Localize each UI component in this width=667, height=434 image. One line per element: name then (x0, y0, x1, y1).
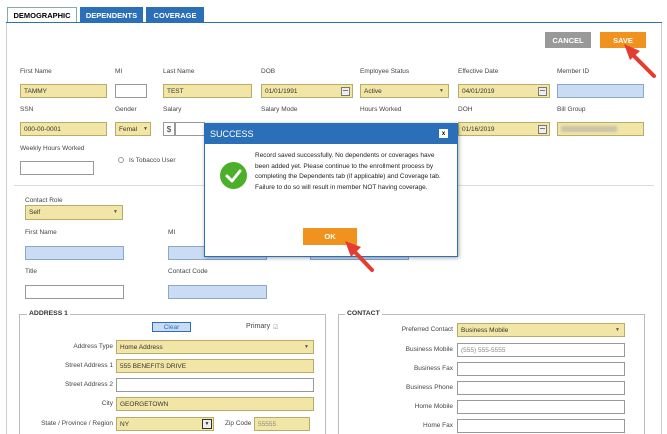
arrow-to-ok-icon (345, 241, 374, 272)
arrow-to-save-icon (624, 44, 656, 78)
annotation-arrows (345, 44, 656, 272)
